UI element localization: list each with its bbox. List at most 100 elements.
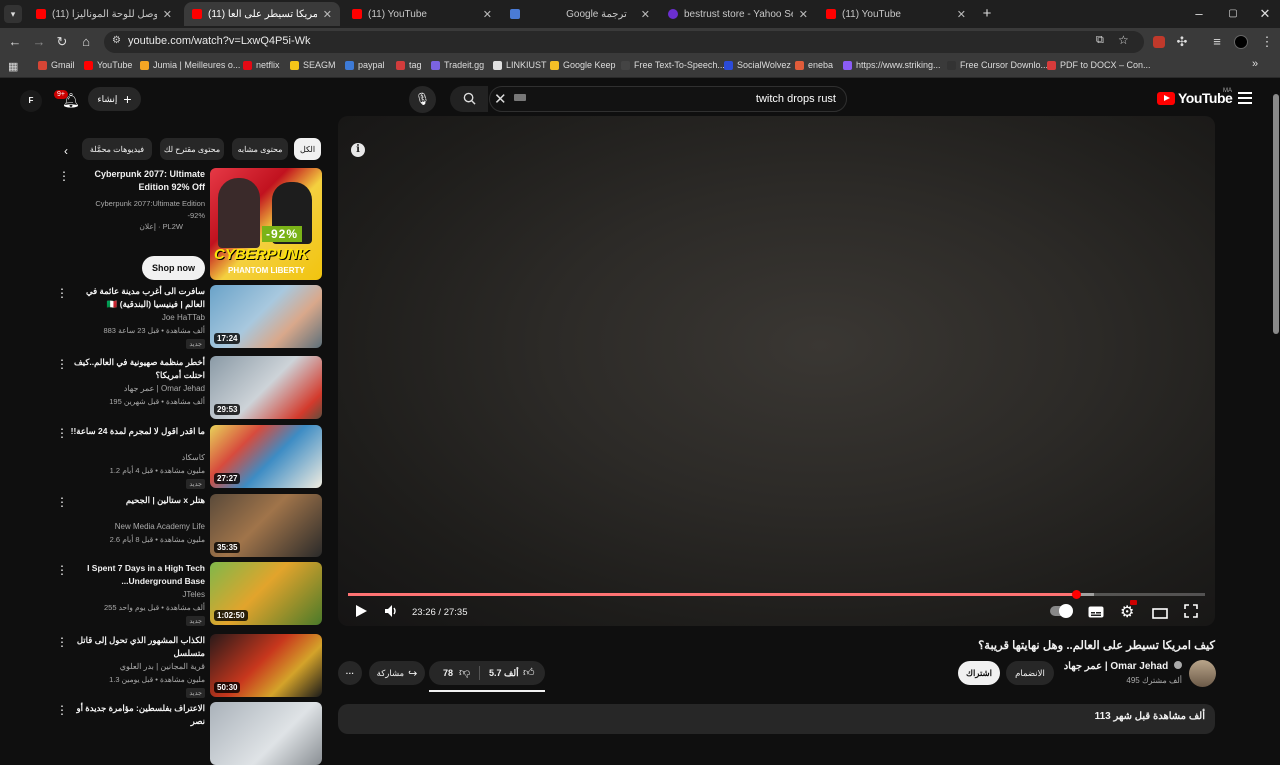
video-channel[interactable]: New Media Academy Life [65, 522, 205, 531]
back-icon[interactable]: ← [6, 33, 24, 51]
info-icon[interactable]: i [351, 143, 365, 157]
video-thumbnail[interactable] [210, 702, 322, 765]
page-scrollbar[interactable] [1271, 80, 1280, 720]
more-actions-icon[interactable]: ⋮ [58, 170, 70, 182]
apps-grid-icon[interactable]: ▦ [8, 60, 18, 73]
video-title[interactable]: الاعتراف بفلسطين: مؤامرة جديدة أو نصر [65, 702, 205, 728]
fullscreen-icon[interactable] [1184, 604, 1198, 621]
bookmark-item[interactable]: SocialWolvez [724, 60, 791, 70]
bookmark-item[interactable]: https://www.striking... [843, 60, 941, 70]
browser-tab[interactable]: (11) YouTube ✕ [818, 2, 974, 26]
search-input[interactable]: ✕ twitch drops rust [489, 86, 847, 112]
video-player[interactable]: i 23:26 / 27:35 ⚙ [338, 116, 1215, 626]
close-tab-icon[interactable]: ✕ [641, 8, 650, 21]
video-title[interactable]: سافرت الى أغرب مدينة عائمة في العالم | ف… [65, 285, 205, 311]
restore-icon[interactable]: ▢ [1224, 5, 1242, 23]
channel-name[interactable]: عمر جهاد | Omar Jehad [1064, 661, 1182, 672]
home-icon[interactable]: ⌂ [77, 33, 95, 51]
extension-red-icon[interactable] [1150, 33, 1168, 51]
search-query-text[interactable]: twitch drops rust [756, 93, 836, 105]
video-channel[interactable]: عمر جهاد | Omar Jehad [65, 384, 205, 393]
video-title[interactable]: أخطر منظمة صهيونية في العالم..كيف احتلت … [65, 356, 205, 382]
video-channel[interactable]: Joe HaTTab [65, 313, 205, 322]
ad-thumbnail[interactable]: -92% CYBERPUNK PHANTOM LIBERTY [210, 168, 322, 280]
video-thumbnail[interactable]: 1:02:50 [210, 562, 322, 625]
minimize-icon[interactable]: – [1190, 5, 1208, 23]
close-tab-icon[interactable]: ✕ [483, 8, 492, 21]
account-avatar[interactable]: F [20, 90, 42, 112]
extensions-puzzle-icon[interactable]: ✣ [1173, 33, 1191, 51]
related-video-item[interactable]: ⋮ 1:02:50 I Spent 7 Days in a High Tech Un… [50, 562, 325, 626]
video-thumbnail[interactable]: 29:53 [210, 356, 322, 419]
theater-mode-icon[interactable] [1152, 606, 1168, 622]
new-tab-button[interactable]: + [978, 5, 996, 23]
more-actions-button[interactable]: ··· [338, 661, 362, 685]
bookmark-item[interactable]: Jumia | Meilleures o... [140, 60, 240, 70]
bookmark-item[interactable]: Google Keep [550, 60, 616, 70]
browser-tab[interactable]: bestrust store - Yahoo Search R ✕ [660, 2, 816, 26]
url-text[interactable]: youtube.com/watch?v=LxwQ4P5i-Wk [128, 35, 311, 47]
video-channel[interactable]: JTeles [65, 590, 205, 599]
close-tab-icon[interactable]: ✕ [957, 8, 966, 21]
volume-icon[interactable] [384, 604, 398, 621]
sidebar-ad[interactable]: ⋮ Cyberpunk 2077: Ultimate Edition 92% O… [50, 168, 325, 280]
chip-recommended[interactable]: محتوى مقترح لك [160, 138, 224, 160]
bookmark-item[interactable]: Gmail [38, 60, 75, 70]
like-count[interactable]: 5.7 ألف [489, 668, 519, 679]
close-tab-icon[interactable]: ✕ [799, 8, 808, 21]
autoplay-toggle[interactable] [1050, 604, 1073, 618]
progress-bar[interactable] [348, 590, 1205, 599]
bookmark-item[interactable]: YouTube [84, 60, 132, 70]
video-thumbnail[interactable]: 35:35 [210, 494, 322, 557]
bookmark-item[interactable]: paypal [345, 60, 385, 70]
play-icon[interactable] [354, 604, 368, 621]
clear-search-icon[interactable]: ✕ [494, 90, 507, 108]
video-channel[interactable]: قرية المجانين | بدر العلوي [65, 662, 205, 671]
address-bar[interactable]: ⚙ youtube.com/watch?v=LxwQ4P5i-Wk ⧉ ☆ [104, 31, 1144, 53]
bookmark-item[interactable]: Free Cursor Downlo... [947, 60, 1048, 70]
video-thumbnail[interactable]: 50:30 [210, 634, 322, 697]
channel-name-text[interactable]: عمر جهاد | Omar Jehad [1064, 661, 1169, 672]
bookmark-item[interactable]: LINKIUST [493, 60, 547, 70]
forward-icon[interactable]: → [30, 33, 48, 51]
video-title[interactable]: ما اقدر اقول لا لمجرم لمدة 24 ساعة!! [65, 425, 205, 438]
create-button[interactable]: إنشاء + [88, 87, 141, 111]
reload-icon[interactable]: ↻ [53, 33, 71, 51]
bookmark-item[interactable]: eneba [795, 60, 833, 70]
hamburger-menu-icon[interactable] [1238, 92, 1252, 104]
join-button[interactable]: الانضمام [1006, 661, 1054, 685]
bookmark-item[interactable]: Free Text-To-Speech... [621, 60, 725, 70]
like-icon[interactable]: 👍︎ [523, 666, 535, 679]
subscribe-button[interactable]: اشتراك [958, 661, 1000, 685]
video-channel[interactable]: كاسكاد [65, 453, 205, 462]
shop-now-button[interactable]: Shop now [142, 256, 205, 280]
profile-avatar-icon[interactable] [1232, 33, 1250, 51]
video-title[interactable]: هتلر x ستالين | الجحيم [65, 494, 205, 507]
related-video-item[interactable]: ⋮ 17:24 سافرت الى أغرب مدينة عائمة في العا… [50, 285, 325, 349]
browser-tab[interactable]: (11) بيحاول يوصل للوحة الموناليزا ✕ [28, 2, 180, 26]
site-info-icon[interactable]: ⚙ [112, 35, 121, 46]
channel-avatar[interactable] [1189, 660, 1216, 687]
scrubber-handle[interactable] [1072, 590, 1082, 599]
browser-tab-active[interactable]: (11) كيف امريكا تسيطر على العا... ✕ [184, 2, 340, 26]
close-tab-icon[interactable]: ✕ [323, 8, 332, 21]
keyboard-icon[interactable] [514, 94, 526, 101]
bookmark-item[interactable]: PDF to DOCX – Con... [1047, 60, 1151, 70]
related-video-item[interactable]: ⋮ 29:53 أخطر منظمة صهيونية في العالم..كيف … [50, 356, 325, 419]
related-video-item[interactable]: ⋮ 27:27 ما اقدر اقول لا لمجرم لمدة 24 ساعة… [50, 425, 325, 489]
scrollbar-thumb[interactable] [1273, 94, 1279, 334]
browser-tab[interactable]: (11) YouTube ✕ [344, 2, 500, 26]
youtube-logo[interactable]: YouTube MA [1157, 88, 1233, 106]
video-title[interactable]: I Spent 7 Days in a High Tech Undergroun… [65, 562, 205, 588]
bookmark-item[interactable]: tag [396, 60, 422, 70]
bookmark-item[interactable]: SEAGM [290, 60, 336, 70]
related-video-item[interactable]: ⋮ 35:35 هتلر x ستالين | الجحيم New Media Ac… [50, 494, 325, 557]
video-title[interactable]: الكذاب المشهور الذي تحول إلى قاتل متسلسل [65, 634, 205, 660]
chip-downloaded[interactable]: فيديوهات محمَّلة [82, 138, 152, 160]
browser-tab[interactable]: Google ترجمة ✕ [502, 2, 658, 26]
browser-menu-icon[interactable]: ⋮ [1258, 33, 1276, 51]
install-app-icon[interactable]: ⧉ [1096, 34, 1104, 47]
ad-title[interactable]: Cyberpunk 2077: Ultimate Edition 92% Off [80, 168, 205, 194]
settings-gear-icon[interactable]: ⚙ [1120, 600, 1137, 622]
subtitles-icon[interactable] [1088, 605, 1104, 621]
